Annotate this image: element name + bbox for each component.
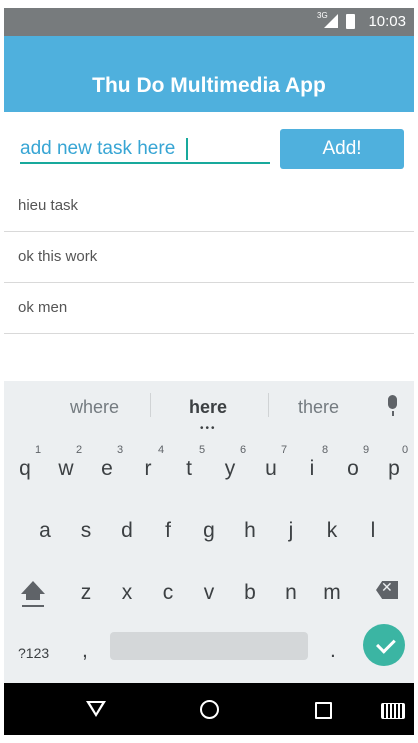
task-label: hieu task	[18, 197, 79, 214]
key-w[interactable]: w	[51, 457, 81, 481]
task-input[interactable]	[20, 136, 270, 164]
key-z[interactable]: z	[71, 581, 101, 605]
key-m[interactable]: m	[317, 581, 347, 605]
more-dots-icon: •••	[200, 423, 217, 434]
divider	[268, 393, 269, 417]
period-key[interactable]: .	[330, 639, 336, 663]
text-caret	[186, 138, 188, 160]
key-x[interactable]: x	[112, 581, 142, 605]
shift-icon[interactable]	[21, 581, 45, 594]
task-item[interactable]: hieu task	[4, 181, 414, 232]
status-bar: 3G 10:03	[4, 8, 414, 36]
comma-key[interactable]: ,	[82, 639, 88, 663]
key-s[interactable]: s	[71, 519, 101, 543]
app-title: Thu Do Multimedia App	[92, 74, 326, 97]
suggestion-here[interactable]: here	[189, 397, 227, 418]
task-list: hieu task ok this work ok men	[4, 181, 414, 334]
status-time: 10:03	[368, 13, 406, 30]
key-n[interactable]: n	[276, 581, 306, 605]
key-hint: 4	[158, 444, 165, 456]
key-k[interactable]: k	[317, 519, 347, 543]
check-icon	[376, 633, 396, 654]
shift-underline	[22, 605, 44, 607]
key-g[interactable]: g	[194, 519, 224, 543]
key-hint: 3	[117, 444, 124, 456]
key-a[interactable]: a	[30, 519, 60, 543]
key-b[interactable]: b	[235, 581, 265, 605]
app-frame: 3G 10:03 Thu Do Multimedia App Add! hieu…	[4, 8, 414, 735]
app-bar: Thu Do Multimedia App	[4, 36, 414, 112]
key-hint: 7	[281, 444, 288, 456]
task-item[interactable]: ok this work	[4, 232, 414, 283]
battery-icon	[346, 14, 355, 29]
keyboard-icon[interactable]	[381, 703, 405, 719]
add-button[interactable]: Add!	[280, 129, 404, 169]
signal-icon	[324, 14, 338, 28]
soft-keyboard: where here ••• there 1 q 2 w 3 e 4 r 5 t…	[4, 381, 414, 683]
recents-icon[interactable]	[315, 702, 332, 719]
key-t[interactable]: t	[174, 457, 204, 481]
home-icon[interactable]	[200, 700, 219, 719]
key-d[interactable]: d	[112, 519, 142, 543]
suggestion-strip: where here ••• there	[4, 381, 414, 434]
key-y[interactable]: y	[215, 457, 245, 481]
suggestion-where[interactable]: where	[70, 397, 119, 418]
key-hint: 5	[199, 444, 206, 456]
key-hint: 9	[363, 444, 370, 456]
backspace-x: ✕	[381, 579, 393, 595]
key-e[interactable]: e	[92, 457, 122, 481]
mic-icon[interactable]	[388, 395, 397, 409]
key-o[interactable]: o	[338, 457, 368, 481]
space-bar[interactable]	[110, 632, 308, 660]
key-c[interactable]: c	[153, 581, 183, 605]
key-h[interactable]: h	[235, 519, 265, 543]
suggestion-there[interactable]: there	[298, 397, 339, 418]
key-q[interactable]: q	[10, 457, 40, 481]
key-hint: 0	[402, 444, 409, 456]
symbols-key[interactable]: ?123	[18, 645, 49, 661]
key-hint: 6	[240, 444, 247, 456]
key-hint: 2	[76, 444, 83, 456]
enter-key[interactable]	[363, 624, 405, 666]
task-label: ok this work	[18, 248, 98, 265]
key-f[interactable]: f	[153, 519, 183, 543]
key-hint: 1	[35, 444, 42, 456]
key-p[interactable]: p	[379, 457, 409, 481]
divider	[150, 393, 151, 417]
back-icon-inner	[90, 703, 102, 713]
key-u[interactable]: u	[256, 457, 286, 481]
key-r[interactable]: r	[133, 457, 163, 481]
mic-stem	[392, 411, 394, 416]
key-j[interactable]: j	[276, 519, 306, 543]
task-label: ok men	[18, 299, 68, 316]
key-v[interactable]: v	[194, 581, 224, 605]
shift-icon-base	[26, 594, 40, 600]
key-l[interactable]: l	[358, 519, 388, 543]
key-hint: 8	[322, 444, 329, 456]
nav-bar	[4, 683, 414, 735]
task-item[interactable]: ok men	[4, 283, 414, 334]
key-i[interactable]: i	[297, 457, 327, 481]
